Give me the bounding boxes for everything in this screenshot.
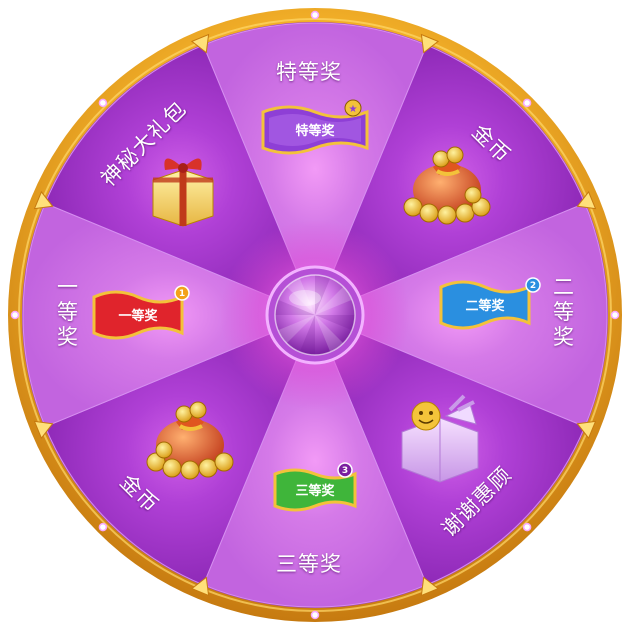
- badge-first: 1: [179, 289, 185, 299]
- badge-third: 3: [342, 466, 348, 476]
- rim-lamp: [310, 610, 320, 620]
- wheel-graphic: 特等奖 ★ 二等奖 2 三等奖 3 一等奖 1: [8, 8, 622, 622]
- rim-lamp: [522, 522, 532, 532]
- segment-label-special: 特等奖: [276, 60, 342, 84]
- segment-label-second: 二等奖: [553, 275, 575, 349]
- rim-lamp: [98, 98, 108, 108]
- lucky-wheel: 特等奖 ★ 二等奖 2 三等奖 3 一等奖 1 特等奖 金币 二等奖 谢谢惠顾 …: [0, 0, 630, 630]
- flag-label-special: 特等奖: [295, 123, 335, 139]
- flag-label-first: 一等奖: [118, 308, 158, 324]
- flag-label-second: 二等奖: [465, 298, 505, 314]
- wheel-center-button-icon[interactable]: [265, 265, 365, 365]
- badge-second: 2: [530, 281, 536, 291]
- segment-label-first: 一等奖: [57, 275, 79, 349]
- svg-text:★: ★: [349, 104, 358, 115]
- rim-lamp: [310, 10, 320, 20]
- rim-lamp: [522, 98, 532, 108]
- rim-lamp: [10, 310, 20, 320]
- rim-lamp: [610, 310, 620, 320]
- rim-lamp: [98, 522, 108, 532]
- segment-label-third: 三等奖: [276, 552, 342, 576]
- flag-label-third: 三等奖: [295, 483, 335, 499]
